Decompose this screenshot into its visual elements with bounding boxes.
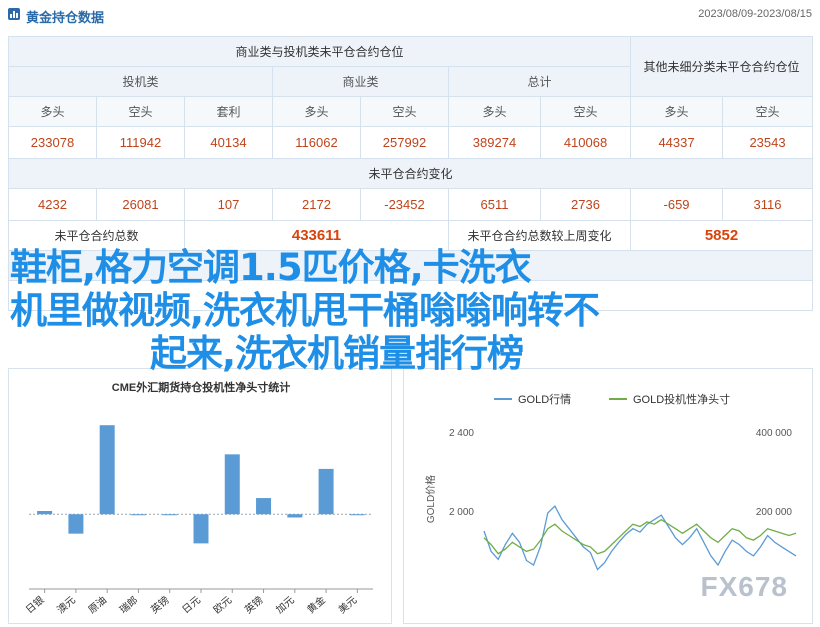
x-tick-label: 英镑 — [148, 593, 172, 616]
bar — [349, 514, 365, 516]
position-cell: 23543 — [722, 126, 814, 159]
change-value: 5852 — [630, 220, 814, 251]
change-cell: 2172 — [272, 188, 361, 221]
change-cell: 107 — [184, 188, 273, 221]
y-axis-label: GOLD价格 — [424, 475, 437, 523]
chart-icon — [8, 8, 20, 20]
x-tick-label: 欧元 — [211, 594, 234, 616]
column-header: 空头 — [722, 96, 814, 127]
change-cell: -659 — [630, 188, 724, 221]
bar — [287, 514, 303, 518]
change-cell: 2736 — [539, 188, 632, 221]
group-comm: 商业类 — [272, 66, 449, 97]
change-header: 未平仓合约变化 — [7, 158, 814, 189]
page-header: 黄金持仓数据 2023/08/09-2023/08/15 — [0, 0, 820, 30]
position-cell: 111942 — [96, 126, 185, 159]
column-header: 多头 — [8, 96, 97, 127]
position-cell: 116062 — [272, 126, 361, 159]
column-header: 空头 — [96, 96, 185, 127]
positions-table: 商业类与投机类未平仓合约仓位 其他未细分类未平仓合约仓位 投机类 商业类 总计 … — [7, 36, 814, 311]
x-tick-label: 澳元 — [54, 593, 78, 616]
bar — [68, 514, 84, 534]
x-tick-label: 加元 — [274, 594, 297, 616]
bar — [224, 454, 240, 515]
series-line — [483, 518, 797, 555]
column-header: 多头 — [630, 96, 724, 127]
column-header: 空头 — [360, 96, 449, 127]
x-tick-label: 黄金 — [304, 593, 328, 616]
column-header: 套利 — [184, 96, 273, 127]
left-tick-label: 2 000 — [449, 507, 474, 518]
bar — [193, 514, 209, 544]
group-total: 总计 — [447, 66, 632, 97]
blank-row — [7, 250, 814, 281]
x-tick-label: 英镑 — [242, 593, 266, 616]
series-line — [483, 505, 797, 571]
bar — [318, 468, 334, 515]
date-range: 2023/08/09-2023/08/15 — [698, 8, 812, 20]
commercial-header: 商业类与投机类未平仓合约仓位 — [7, 36, 632, 67]
watermark-logo: FX678 — [700, 571, 788, 602]
left-tick-label: 2 400 — [449, 428, 474, 439]
bar — [37, 511, 53, 515]
bar-chart-panel: CME外汇期货持仓投机性净头寸统计 日银 澳元 原油 瑞郎 英镑 日元 欧元 英镑 加元 黄金 美元 — [8, 368, 392, 624]
position-cell: 44337 — [630, 126, 724, 159]
bar — [256, 498, 272, 515]
page-title: 黄金持仓数据 — [26, 10, 105, 25]
position-cell: 257992 — [360, 126, 449, 159]
x-tick-label: 日银 — [23, 593, 47, 616]
change-cell: 26081 — [96, 188, 185, 221]
change-cell: -23452 — [360, 188, 449, 221]
total-value: 433611 — [184, 220, 449, 251]
cme-bar-chart: CME外汇期货持仓投机性净头寸统计日银 澳元 原油 瑞郎 英镑 日元 欧元 英镑 加元 黄金 美元 — [23, 380, 373, 616]
blank-row-2 — [7, 280, 814, 311]
bar — [162, 514, 178, 516]
position-cell: 389274 — [448, 126, 541, 159]
change-label: 未平仓合约总数较上周变化 — [447, 220, 632, 251]
column-header: 多头 — [272, 96, 361, 127]
column-header: 多头 — [448, 96, 541, 127]
right-tick-label: 400 000 — [756, 428, 793, 439]
other-header: 其他未细分类未平仓合约仓位 — [630, 36, 814, 97]
bar-chart-title: CME外汇期货持仓投机性净头寸统计 — [112, 380, 290, 394]
change-cell: 6511 — [448, 188, 541, 221]
x-tick-label: 美元 — [336, 593, 360, 616]
group-spec: 投机类 — [8, 66, 273, 97]
legend-label: GOLD投机性净头寸 — [633, 392, 730, 406]
bar — [130, 514, 146, 516]
position-cell: 40134 — [184, 126, 273, 159]
right-tick-label: 200 000 — [756, 507, 793, 518]
position-cell: 233078 — [8, 126, 97, 159]
total-label: 未平仓合约总数 — [8, 220, 185, 251]
x-tick-label: 瑞郎 — [117, 593, 141, 616]
change-cell: 4232 — [8, 188, 97, 221]
change-cell: 3116 — [722, 188, 814, 221]
x-tick-label: 日元 — [181, 595, 203, 616]
bar — [99, 425, 115, 515]
legend-label: GOLD行情 — [518, 393, 571, 406]
position-cell: 410068 — [539, 126, 632, 159]
line-chart-panel: GOLD行情 GOLD投机性净头寸 2 400 2 000 400 000 200 000… — [403, 368, 813, 624]
column-header: 空头 — [539, 96, 632, 127]
x-tick-label: 原油 — [85, 593, 109, 616]
